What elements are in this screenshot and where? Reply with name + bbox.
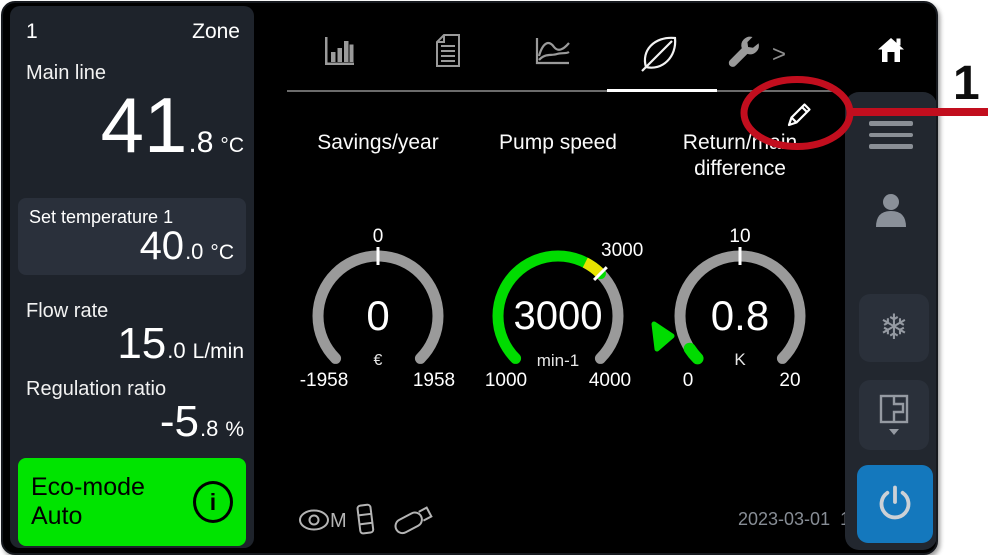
gauge-pump-tick-label: 3000: [601, 240, 643, 261]
tab-settings[interactable]: [724, 33, 766, 78]
gauge-return-min: 0: [683, 370, 694, 391]
gauge-savings-tick-label: 0: [373, 226, 384, 247]
usb-stick-icon: [389, 500, 441, 540]
gauge-pump-max: 4000: [589, 370, 631, 391]
leaf-icon: [637, 30, 683, 76]
gauge-return-main: 10 0.8 K 0 20: [650, 216, 835, 401]
gauge-title-pump-speed: Pump speed: [468, 130, 648, 156]
tab-statistics[interactable]: [322, 33, 356, 74]
flow-rate-int: 15: [117, 322, 166, 366]
gauge-title-savings: Savings/year: [288, 130, 468, 156]
info-icon[interactable]: i: [193, 481, 233, 523]
cooling-mode-button[interactable]: ❄: [859, 294, 929, 362]
gauge-return-tick-label: 10: [729, 226, 750, 247]
regulation-ratio-unit: %: [225, 418, 244, 442]
regulation-ratio-label: Regulation ratio: [26, 378, 166, 401]
zone-panel: 1 Zone Main line 41 .8 °C Set temperatur…: [10, 6, 254, 548]
user-icon: [872, 191, 910, 233]
regulation-ratio-int: -5: [160, 400, 199, 444]
zones-button[interactable]: [859, 380, 929, 450]
tab-eco[interactable]: [637, 30, 683, 81]
regulation-ratio-dec: .8: [200, 416, 218, 442]
main-line-int: 41: [101, 88, 188, 162]
eye-icon: M: [298, 505, 348, 535]
main-line-value: 41 .8 °C: [101, 88, 244, 162]
tab-report[interactable]: [434, 33, 462, 74]
gauge-pump-speed: 3000 3000 min-1 1000 4000: [468, 216, 648, 401]
tab-trend[interactable]: [533, 33, 573, 74]
gauge-return-max: 20: [779, 370, 800, 391]
status-monitor-indicator: M: [298, 505, 348, 540]
gauge-return-value: 0.8: [711, 292, 769, 339]
snowflake-icon: ❄: [879, 308, 908, 348]
tab-underline-active: [607, 89, 717, 92]
flow-rate-dec: .0: [167, 338, 185, 364]
set-temp-dec: .0: [185, 239, 203, 265]
status-usb-indicator: [389, 500, 441, 545]
trend-chart-icon: [533, 33, 573, 69]
set-temp-unit: °C: [210, 241, 234, 265]
annotation-number: 1: [953, 60, 980, 108]
regulation-ratio-value: -5 .8 %: [160, 400, 244, 444]
home-button[interactable]: [849, 11, 933, 87]
gauge-return-unit: K: [734, 350, 746, 369]
tab-more-chevron[interactable]: >: [772, 41, 786, 69]
annotation-circle: [739, 75, 855, 151]
eye-mode-label: M: [330, 510, 347, 532]
flow-rate-value: 15 .0 L/min: [117, 322, 244, 366]
set-temperature-card[interactable]: Set temperature 1 40 .0 °C: [18, 198, 246, 275]
eco-mode-label: Eco-mode Auto: [31, 473, 193, 531]
eco-mode-button[interactable]: Eco-mode Auto i: [18, 458, 246, 546]
menu-button[interactable]: [869, 121, 913, 156]
wrench-icon: [724, 33, 766, 73]
menu-icon: [869, 121, 913, 126]
flow-rate-unit: L/min: [193, 340, 244, 364]
report-icon: [434, 33, 462, 69]
status-sd-indicator: [354, 501, 378, 544]
gauge-return-pointer: [654, 324, 672, 349]
main-line-unit: °C: [220, 134, 244, 158]
set-temperature-value: 40 .0 °C: [140, 226, 234, 266]
main-line-label: Main line: [26, 62, 106, 85]
chevron-down-icon: [889, 429, 899, 435]
zone-label: Zone: [192, 20, 240, 44]
set-temp-int: 40: [140, 226, 185, 266]
gauge-savings: 0 0 € -1958 1958: [288, 216, 468, 401]
gauge-savings-unit: €: [374, 352, 383, 369]
main-line-dec: .8: [188, 126, 213, 160]
home-icon: [876, 36, 906, 63]
power-icon: [874, 483, 916, 525]
gauge-pump-value: 3000: [514, 294, 603, 338]
gauge-savings-max: 1958: [413, 370, 455, 391]
zone-number: 1: [26, 20, 38, 44]
zone-map-icon: [875, 392, 913, 438]
gauge-savings-min: -1958: [300, 370, 349, 391]
gauge-savings-value: 0: [366, 292, 389, 339]
gauge-pump-unit: min-1: [537, 351, 580, 370]
bar-chart-icon: [322, 33, 356, 69]
flow-rate-label: Flow rate: [26, 300, 108, 323]
power-button[interactable]: [857, 465, 933, 543]
user-button[interactable]: [872, 191, 910, 238]
sd-card-icon: [354, 501, 378, 539]
gauge-pump-min: 1000: [485, 370, 527, 391]
zone-header: 1 Zone: [26, 20, 240, 44]
